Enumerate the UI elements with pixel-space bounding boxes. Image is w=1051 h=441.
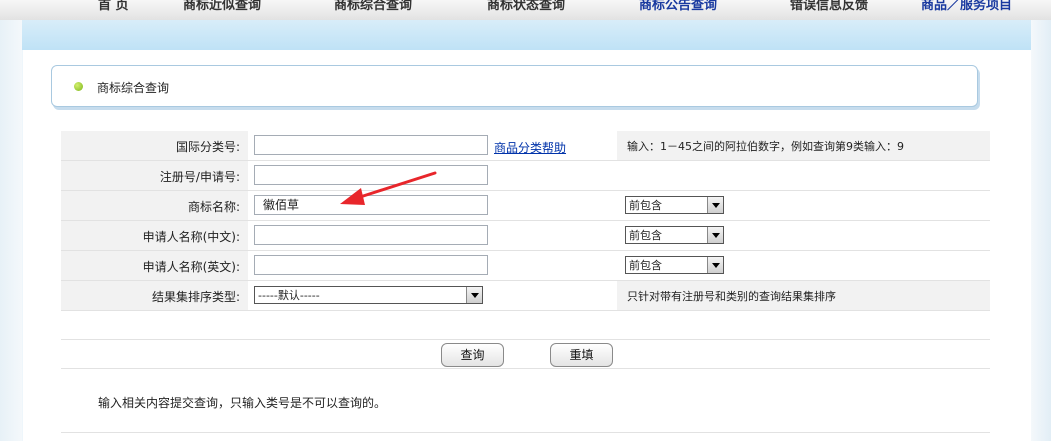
nav-status-search[interactable]: 商标状态查询 (487, 0, 565, 13)
sort-type-select[interactable]: -----默认----- (254, 286, 483, 304)
chevron-down-icon (707, 227, 723, 243)
chevron-down-icon (466, 287, 482, 303)
chevron-down-icon (707, 197, 723, 213)
section-header: 商标综合查询 (51, 65, 978, 107)
header-band (0, 20, 1051, 50)
class-number-input[interactable] (254, 135, 488, 155)
class-number-label: 国际分类号: (175, 140, 240, 154)
class-number-note: 输入：1－45之间的阿拉伯数字，例如查询第9类输入：9 (627, 140, 904, 153)
top-nav: 首 页 商标近似查询 商标综合查询 商标状态查询 商标公告查询 错误信息反馈 商… (0, 0, 1051, 21)
nav-announcement-search[interactable]: 商标公告查询 (639, 0, 717, 13)
divider (61, 432, 990, 433)
row-reg-number: 注册号/申请号: (61, 161, 990, 191)
divider (61, 339, 990, 340)
right-gutter (1031, 20, 1051, 441)
row-class-number: 国际分类号: 商品分类帮助 输入：1－45之间的阿拉伯数字，例如查询第9类输入：… (61, 131, 990, 161)
section-title: 商标综合查询 (97, 81, 170, 95)
trademark-name-match-select[interactable]: 前包含 (625, 196, 724, 214)
reset-button[interactable]: 重填 (550, 343, 613, 367)
sort-type-label: 结果集排序类型: (151, 290, 240, 304)
applicant-en-match-select[interactable]: 前包含 (625, 256, 724, 274)
bullet-icon (74, 82, 83, 91)
annotation-arrow-icon (340, 171, 437, 205)
row-trademark-name: 商标名称: 徽佰草 前包含 (61, 191, 990, 221)
row-applicant-cn: 申请人名称(中文): 前包含 (61, 221, 990, 251)
applicant-cn-label: 申请人名称(中文): (142, 230, 240, 244)
class-help-link[interactable]: 商品分类帮助 (494, 139, 566, 156)
applicant-en-label: 申请人名称(英文): (142, 260, 240, 274)
row-applicant-en: 申请人名称(英文): 前包含 (61, 251, 990, 281)
row-sort-type: 结果集排序类型: -----默认----- 只针对带有注册号和类别的查询结果集排… (61, 281, 990, 311)
divider (61, 368, 990, 369)
applicant-cn-input[interactable] (254, 225, 488, 245)
applicant-en-input[interactable] (254, 255, 488, 275)
chevron-down-icon (707, 257, 723, 273)
nav-error-feedback[interactable]: 错误信息反馈 (790, 0, 868, 13)
left-gutter (0, 20, 22, 441)
sort-type-note: 只针对带有注册号和类别的查询结果集排序 (627, 290, 836, 303)
query-hint: 输入相关内容提交查询，只输入类号是不可以查询的。 (98, 396, 387, 410)
nav-similar-search[interactable]: 商标近似查询 (183, 0, 261, 13)
reg-number-label: 注册号/申请号: (159, 170, 240, 184)
nav-goods-services[interactable]: 商品／服务项目 (921, 0, 1012, 13)
nav-comprehensive-search[interactable]: 商标综合查询 (334, 0, 412, 13)
nav-home[interactable]: 首 页 (98, 0, 129, 13)
trademark-name-label: 商标名称: (187, 200, 240, 214)
query-button[interactable]: 查询 (441, 343, 504, 367)
applicant-cn-match-select[interactable]: 前包含 (625, 226, 724, 244)
